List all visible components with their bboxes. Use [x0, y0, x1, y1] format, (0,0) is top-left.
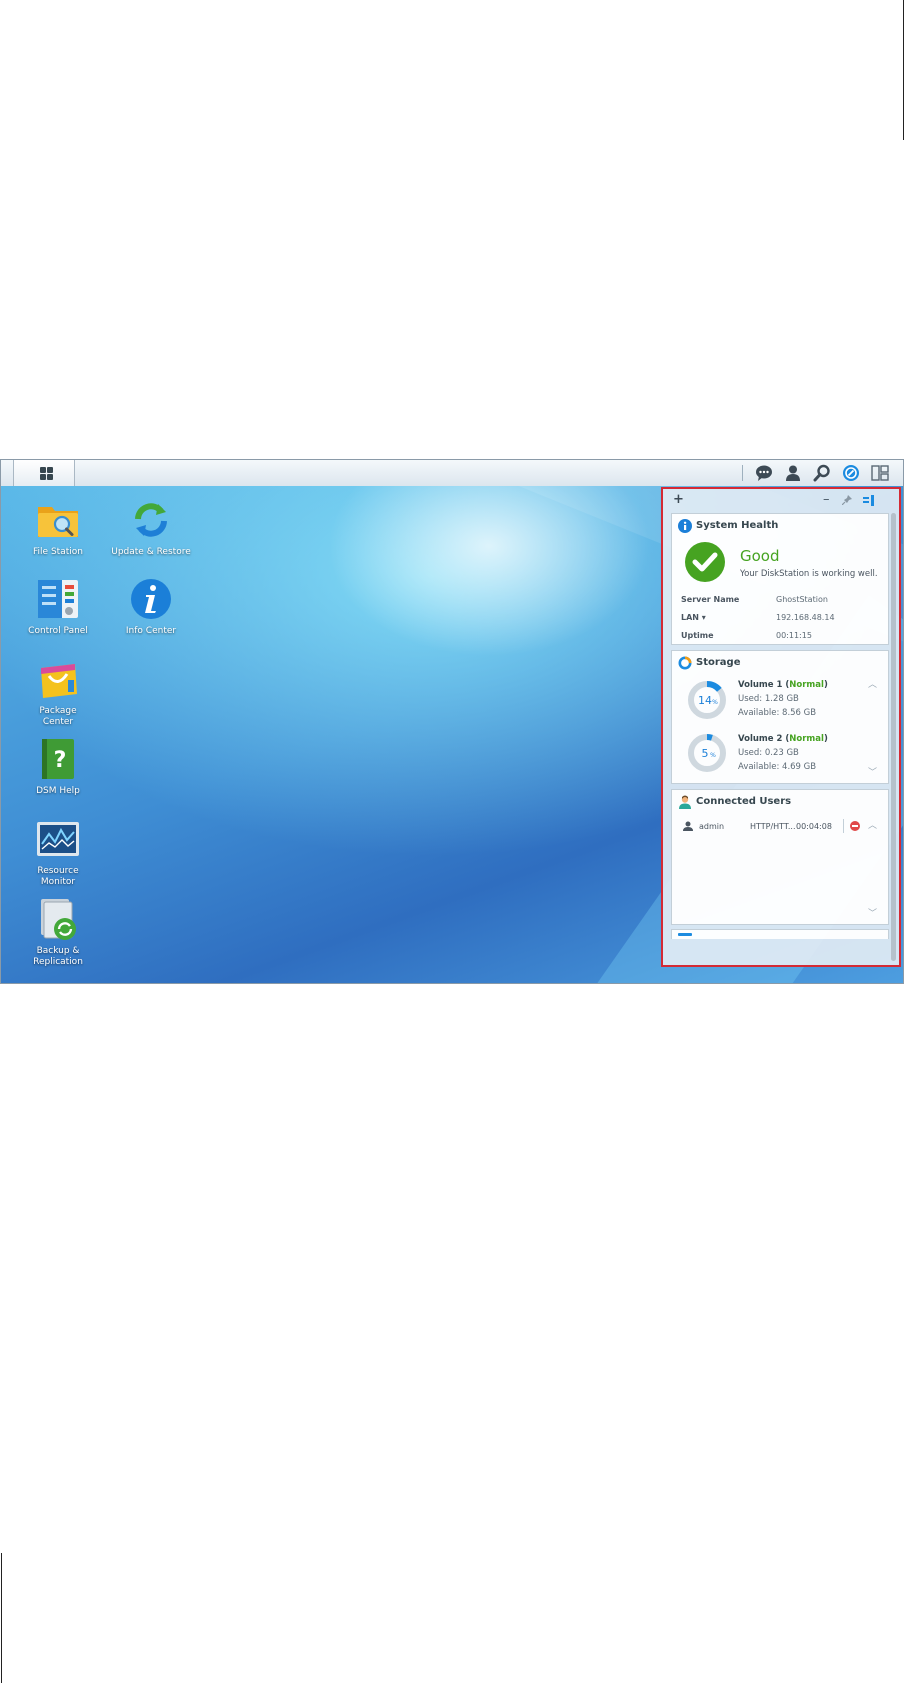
volume-usage-donut: 5 % — [688, 734, 726, 772]
storage-icon — [678, 656, 692, 670]
volume-percent: 14 — [698, 694, 712, 707]
desktop-app-backup-replication[interactable]: Backup & Replication — [13, 896, 103, 968]
app-label: Resource Monitor — [37, 866, 79, 887]
health-status: Good — [740, 547, 780, 565]
server-name-value: GhostStation — [776, 595, 828, 604]
desktop-app-control-panel[interactable]: Control Panel — [13, 576, 103, 637]
volume-title: Volume 1 (Normal) — [738, 680, 828, 690]
chevron-up-icon[interactable]: ︿ — [868, 818, 877, 831]
user-icon — [683, 821, 693, 831]
backup-replication-icon — [41, 899, 76, 940]
widget-partial — [671, 929, 889, 939]
connection-time: 00:04:08 — [796, 822, 832, 831]
user-icon[interactable] — [784, 464, 802, 482]
widgets-icon[interactable] — [871, 464, 889, 482]
desktop: File Station Update & Restore Control Pa… — [1, 486, 903, 983]
update-restore-icon — [135, 503, 167, 537]
taskbar-separator — [742, 465, 743, 481]
widget-title: Storage — [696, 657, 741, 668]
desktop-app-package-center[interactable]: Package Center — [13, 656, 103, 728]
widget-title: Connected Users — [696, 796, 792, 807]
status-good-icon — [685, 542, 725, 582]
volume-available: Available: 8.56 GB — [738, 708, 817, 718]
app-label: DSM Help — [36, 786, 80, 796]
storage-widget: Storage ︿ 14 % Volume 1 (Normal) Used: 1… — [671, 650, 889, 784]
desktop-app-info-center[interactable]: Info Center — [106, 576, 196, 637]
percent-sign: % — [712, 699, 718, 706]
svg-text:?: ? — [54, 748, 67, 773]
volume-title: Volume 2 (Normal) — [738, 734, 828, 744]
volume-percent: 5 — [702, 747, 709, 760]
desktop-app-file-station[interactable]: File Station — [13, 497, 103, 558]
lan-dropdown[interactable]: LAN ▾ — [681, 613, 706, 622]
connected-users-icon — [679, 795, 691, 809]
search-icon[interactable] — [813, 464, 831, 482]
main-menu-button[interactable] — [13, 460, 75, 486]
row-divider — [843, 819, 844, 833]
page-margin-rule — [1, 1553, 2, 1683]
system-health-widget: System Health Good Your DiskStation is w… — [671, 513, 889, 645]
control-panel-icon — [38, 580, 78, 618]
resource-monitor-icon — [37, 822, 79, 856]
dsm-screenshot: File Station Update & Restore Control Pa… — [0, 459, 904, 984]
chevron-up-icon[interactable]: ︿ — [868, 677, 877, 690]
app-label: Info Center — [125, 626, 177, 636]
hide-widgets-icon[interactable] — [862, 495, 874, 506]
kick-user-icon[interactable] — [850, 821, 860, 831]
file-station-icon — [38, 507, 78, 537]
uptime-label: Uptime — [681, 631, 714, 640]
dsm-icon[interactable] — [842, 464, 860, 482]
volume-used: Used: 1.28 GB — [738, 694, 799, 704]
pin-icon[interactable] — [842, 495, 852, 505]
scrollbar-thumb[interactable] — [891, 513, 896, 961]
app-label: Control Panel — [28, 626, 88, 636]
volume-used: Used: 0.23 GB — [738, 748, 799, 758]
app-label: File Station — [33, 547, 83, 557]
taskbar — [1, 460, 903, 487]
add-widget-button[interactable]: + — [673, 493, 684, 507]
page-margin-rule — [903, 0, 904, 140]
desktop-app-update-restore[interactable]: Update & Restore — [106, 497, 196, 558]
widget-panel: + – System Health Good Your DiskStation … — [661, 487, 901, 967]
info-icon — [678, 519, 692, 533]
desktop-app-dsm-help[interactable]: ? DSM Help — [13, 736, 103, 797]
user-name: admin — [699, 822, 725, 831]
lan-ip-value: 192.168.48.14 — [776, 613, 835, 622]
dsm-help-icon: ? — [42, 739, 74, 779]
connection-type: HTTP/HTT... — [750, 822, 796, 831]
info-center-icon — [131, 579, 171, 619]
notifications-icon[interactable] — [755, 464, 773, 482]
uptime-value: 00:11:15 — [776, 631, 812, 640]
widget-scrollbar[interactable] — [891, 513, 896, 961]
app-label: Package Center — [39, 706, 77, 727]
widget-icon — [678, 933, 692, 936]
volume-usage-donut: 14 % — [688, 681, 726, 719]
chevron-down-icon[interactable]: ﹀ — [868, 765, 877, 778]
desktop-app-resource-monitor[interactable]: Resource Monitor — [13, 816, 103, 888]
chevron-down-icon[interactable]: ﹀ — [868, 906, 877, 919]
volume-available: Available: 4.69 GB — [738, 762, 817, 772]
package-center-icon — [41, 664, 77, 698]
server-name-label: Server Name — [681, 595, 740, 604]
percent-sign: % — [710, 752, 716, 759]
health-message: Your DiskStation is working well. — [740, 569, 878, 579]
connected-users-widget: Connected Users admin HTTP/HTT... 00:04:… — [671, 789, 889, 925]
widget-toolbar: + – — [663, 489, 899, 513]
widget-title: System Health — [696, 520, 779, 531]
minimize-widgets-button[interactable]: – — [823, 493, 830, 507]
app-label: Backup & Replication — [33, 946, 83, 967]
app-label: Update & Restore — [111, 547, 191, 557]
